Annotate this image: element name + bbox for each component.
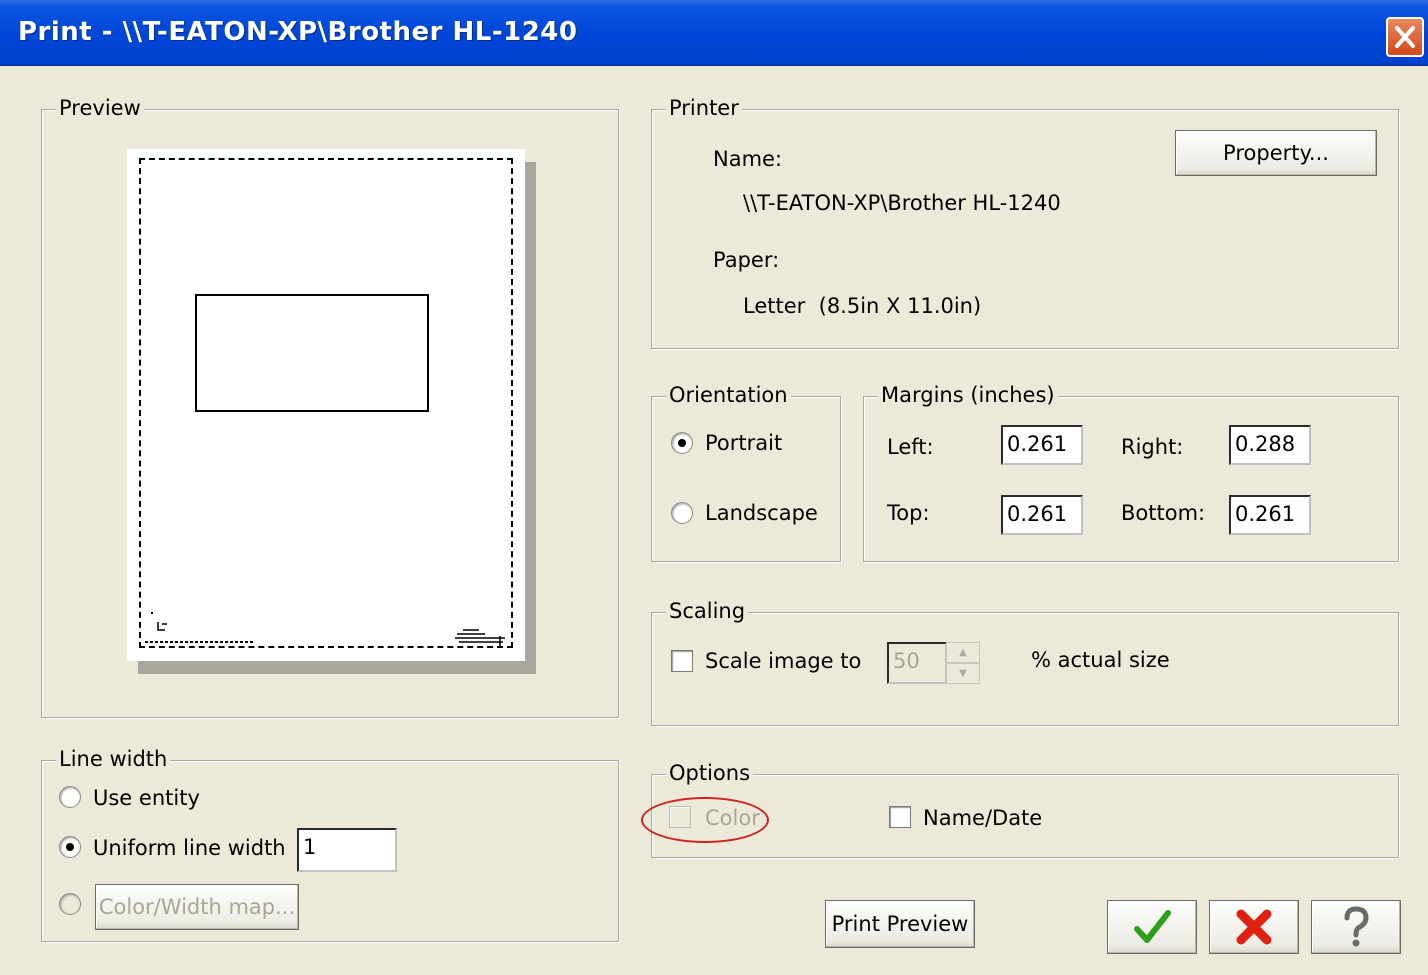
close-icon	[1395, 26, 1415, 48]
color-width-map-button: Color/Width map...	[95, 884, 299, 930]
spinner-down-icon[interactable]: ▼	[946, 663, 980, 684]
preview-drawing	[195, 294, 429, 412]
paper-value: Letter (8.5in X 11.0in)	[743, 294, 982, 318]
margin-bottom-input[interactable]: 0.261	[1229, 495, 1311, 535]
property-button[interactable]: Property...	[1175, 130, 1377, 176]
scale-image-checkbox[interactable]	[671, 650, 693, 672]
window-title: Print - \\T-EATON-XP\Brother HL-1240	[18, 17, 578, 47]
margin-right-input[interactable]: 0.288	[1229, 425, 1311, 465]
namedate-label[interactable]: Name/Date	[923, 806, 1042, 830]
use-entity-radio[interactable]	[59, 786, 81, 808]
ok-button[interactable]	[1107, 900, 1197, 954]
margin-bottom-label: Bottom:	[1121, 501, 1206, 525]
preview-title-block	[145, 612, 505, 646]
paper-label: Paper:	[713, 248, 780, 272]
options-legend: Options	[666, 761, 754, 785]
question-mark-icon	[1344, 906, 1369, 947]
color-width-map-radio	[59, 893, 81, 915]
printer-name-value: \\T-EATON-XP\Brother HL-1240	[743, 191, 1061, 215]
scale-value-input[interactable]: 50	[887, 642, 947, 684]
margins-group: Margins (inches)	[863, 383, 1399, 562]
portrait-radio[interactable]	[671, 432, 693, 454]
red-x-icon	[1236, 909, 1272, 945]
scale-suffix-label: % actual size	[1031, 648, 1170, 672]
line-width-legend: Line width	[56, 747, 171, 771]
title-bar: Print - \\T-EATON-XP\Brother HL-1240	[0, 0, 1428, 66]
printer-legend: Printer	[666, 96, 742, 120]
cancel-button[interactable]	[1209, 900, 1299, 954]
preview-legend: Preview	[56, 96, 144, 120]
margin-left-input[interactable]: 0.261	[1001, 425, 1083, 465]
namedate-checkbox[interactable]	[889, 806, 911, 828]
scaling-legend: Scaling	[666, 599, 749, 623]
use-entity-label[interactable]: Use entity	[93, 786, 200, 810]
help-button[interactable]	[1311, 900, 1401, 954]
margin-top-label: Top:	[887, 501, 930, 525]
print-preview-button[interactable]: Print Preview	[825, 900, 975, 948]
scale-spinner[interactable]: ▲ ▼	[946, 642, 980, 684]
margin-top-input[interactable]: 0.261	[1001, 495, 1083, 535]
color-highlight-ellipse	[641, 797, 769, 843]
close-button[interactable]	[1386, 17, 1424, 57]
landscape-radio[interactable]	[671, 502, 693, 524]
uniform-width-label[interactable]: Uniform line width	[93, 836, 286, 860]
orientation-legend: Orientation	[666, 383, 791, 407]
margin-left-label: Left:	[887, 435, 934, 459]
uniform-width-input[interactable]: 1	[297, 828, 397, 872]
uniform-width-radio[interactable]	[59, 836, 81, 858]
orientation-group: Orientation	[651, 383, 841, 562]
portrait-label[interactable]: Portrait	[705, 431, 782, 455]
spinner-up-icon[interactable]: ▲	[946, 642, 980, 663]
printer-name-label: Name:	[713, 147, 783, 171]
margins-legend: Margins (inches)	[878, 383, 1058, 407]
margin-right-label: Right:	[1121, 435, 1184, 459]
landscape-label[interactable]: Landscape	[705, 501, 818, 525]
scale-image-label[interactable]: Scale image to	[705, 649, 861, 673]
checkmark-icon	[1134, 910, 1171, 943]
